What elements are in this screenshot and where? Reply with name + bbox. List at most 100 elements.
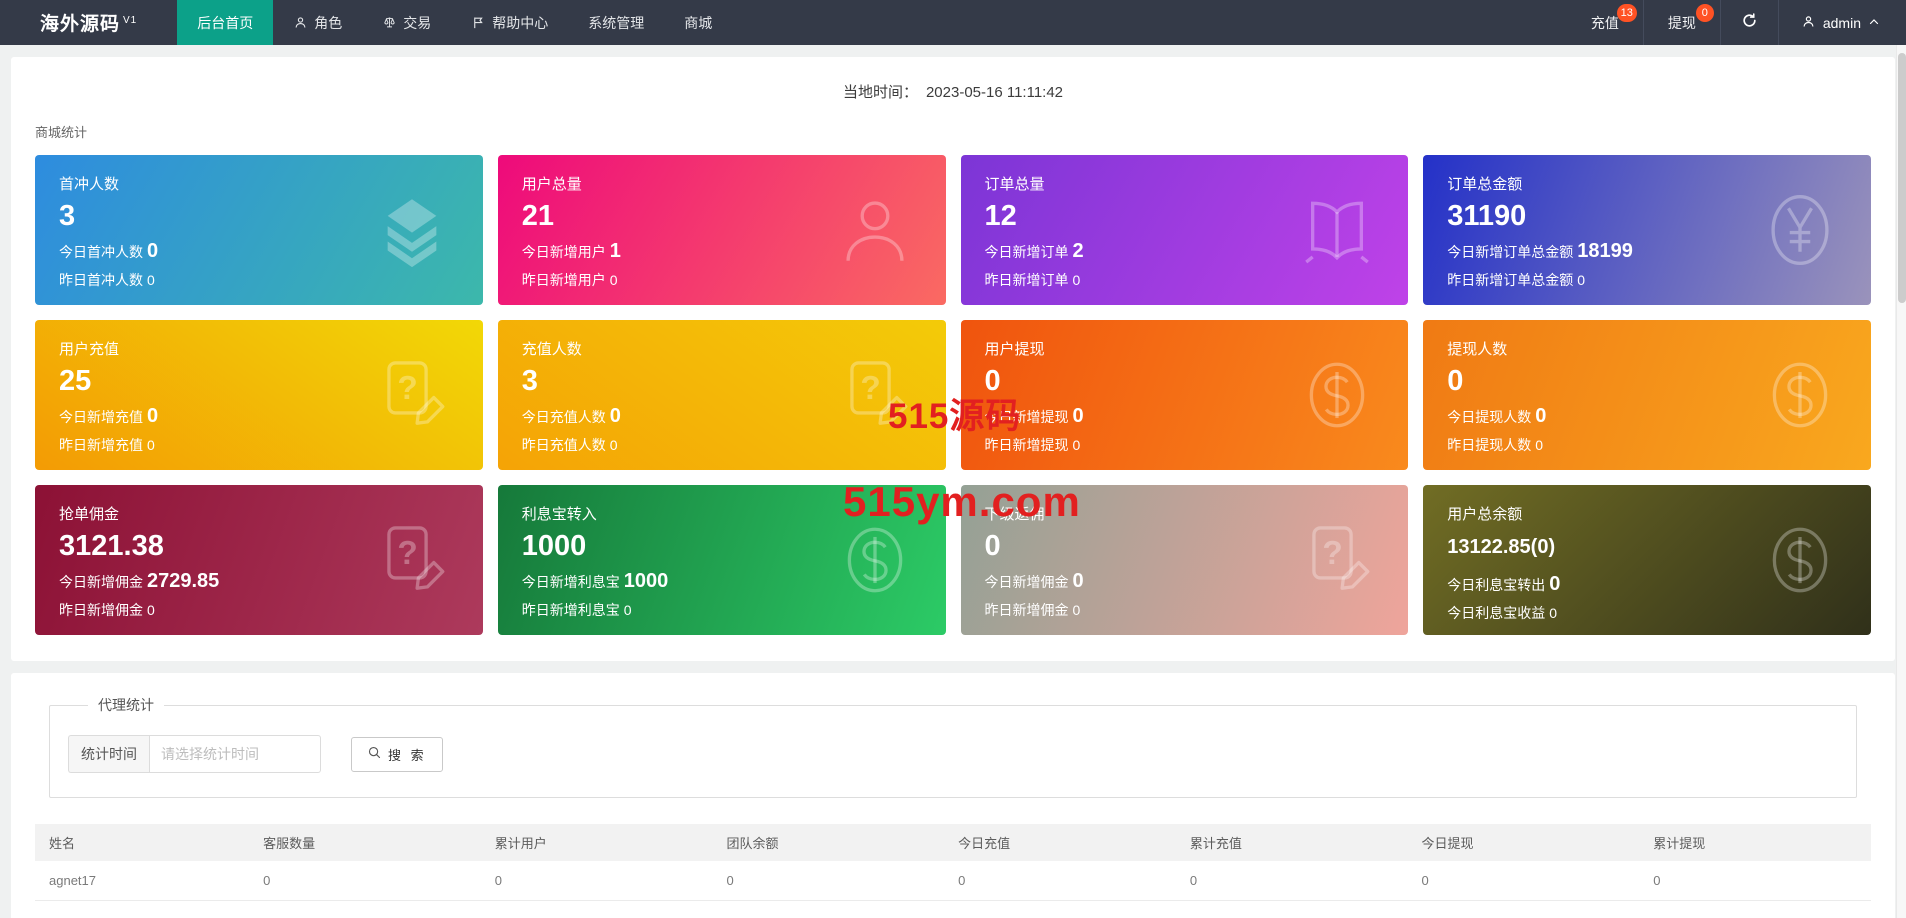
stat-time-input[interactable] <box>149 735 321 773</box>
card-yesterday-label: 昨日新增佣金 <box>984 602 1069 619</box>
table-cell: 0 <box>1639 861 1871 901</box>
nav-item-trade[interactable]: 交易 <box>362 0 451 45</box>
refresh-button[interactable] <box>1719 0 1778 45</box>
stat-card-total-users: 用户总量 21 今日新增用户 1 昨日新增用户 0 <box>497 155 946 305</box>
card-yesterday-value: 0 <box>1535 437 1544 454</box>
scrollbar-track[interactable] <box>1896 45 1906 918</box>
recharge-button[interactable]: 充值 13 <box>1567 0 1643 45</box>
card-today-value: 0 <box>1072 405 1084 428</box>
table-cell: 0 <box>1407 861 1640 901</box>
withdraw-label: 提现 <box>1667 14 1696 31</box>
card-yesterday-value: 0 <box>609 437 618 454</box>
nav-item-help[interactable]: 帮助中心 <box>451 0 568 45</box>
nav-actions: 充值 13 提现 0 <box>1567 0 1720 45</box>
withdraw-button[interactable]: 提现 0 <box>1642 0 1720 45</box>
agent-stats-legend: 代理统计 <box>98 697 154 713</box>
table-header-cell: 累计充值 <box>1175 824 1408 861</box>
card-yesterday-value: 0 <box>147 437 155 454</box>
card-yesterday-value: 0 <box>147 272 155 289</box>
table-header-cell: 今日充值 <box>944 824 1176 861</box>
app-title: 海外源码 V1 <box>40 14 138 35</box>
top-navbar: 海外源码 V1 后台首页 角色 交易 帮助中心 系统管理 商城 充值 13 提现 0 admin <box>0 0 1906 45</box>
nav-item-label: 系统管理 <box>588 14 645 31</box>
agent-stats-fieldset: 代理统计 统计时间 搜 索 <box>49 695 1857 798</box>
local-time: 当地时间： 2023-05-16 11:11:42 <box>35 75 1871 102</box>
agent-table-header-row: 姓名 客服数量 累计用户 团队余额 今日充值 累计充值 今日提现 累计提现 <box>35 824 1871 861</box>
watermark-text-2: 515ym.com <box>843 478 1081 525</box>
card-yesterday-line: 昨日新增佣金 0 <box>59 600 459 620</box>
nav-item-label: 帮助中心 <box>492 14 549 31</box>
agent-stats-panel: 代理统计 统计时间 搜 索 姓名客服数量累计用户团队余额今日充值累计充值今日提现… <box>11 673 1895 918</box>
card-yesterday-line: 昨日新增提现 0 <box>985 435 1385 455</box>
stat-card-user-withdraw: 用户提现 0 今日新增提现 0 昨日新增提现 0 <box>960 320 1409 470</box>
layers-icon <box>371 187 453 273</box>
card-yesterday-label: 昨日新增充值 <box>59 437 143 454</box>
file-question-icon: ? <box>1296 517 1378 603</box>
card-yesterday-label: 昨日新增提现 <box>984 437 1069 454</box>
dollar-icon <box>1759 352 1841 438</box>
withdraw-badge: 0 <box>1695 4 1714 22</box>
table-cell: 0 <box>944 861 1176 901</box>
user-icon <box>293 15 308 30</box>
card-yesterday-line: 昨日提现人数 0 <box>1447 435 1847 455</box>
card-today-value: 0 <box>147 405 159 428</box>
dollar-icon <box>834 517 916 603</box>
table-header-cell: 客服数量 <box>249 824 481 861</box>
agent-table: 姓名 客服数量 累计用户 团队余额 今日充值 累计充值 今日提现 累计提现 agnet17 0 0… <box>35 824 1871 901</box>
nav-item-roles[interactable]: 角色 <box>273 0 362 45</box>
agent-table-body: agnet17 0 0 0 0 0 0 0 <box>35 861 1871 901</box>
card-today-label: 今日新增佣金 <box>984 574 1069 591</box>
table-header-cell: 累计用户 <box>480 824 713 861</box>
card-yesterday-line: 昨日新增佣金 0 <box>985 600 1385 620</box>
card-today-label: 今日新增佣金 <box>59 574 143 591</box>
card-today-label: 今日提现人数 <box>1447 409 1532 426</box>
card-yesterday-value: 0 <box>609 272 618 289</box>
stat-card-order-commission: 抢单佣金 3121.38 今日新增佣金 2729.85 昨日新增佣金 0? <box>35 485 483 635</box>
card-yesterday-label: 昨日新增订单总金额 <box>1447 272 1574 289</box>
app-version: V1 <box>123 14 138 26</box>
card-yesterday-value: 0 <box>1577 272 1586 289</box>
card-today-value: 0 <box>147 240 159 263</box>
table-header-cell: 姓名 <box>35 824 250 861</box>
card-yesterday-label: 昨日新增订单 <box>984 272 1069 289</box>
svg-text:?: ? <box>397 535 417 572</box>
mall-stats-panel: 当地时间： 2023-05-16 11:11:42 商城统计 首冲人数 3 今日首冲人… <box>11 57 1895 661</box>
nav-item-mall[interactable]: 商城 <box>664 0 732 45</box>
stat-card-order-total-amount: 订单总金额 31190 今日新增订单总金额 18199 昨日新增订单总金额 0 <box>1423 155 1871 305</box>
search-button[interactable]: 搜 索 <box>351 736 443 772</box>
card-yesterday-label: 昨日提现人数 <box>1447 437 1532 454</box>
search-icon <box>367 745 382 763</box>
card-yesterday-label: 昨日首冲人数 <box>59 272 143 289</box>
card-yesterday-line: 昨日新增利息宝 0 <box>522 600 922 620</box>
table-cell: 0 <box>480 861 713 901</box>
card-today-value: 0 <box>1535 405 1547 428</box>
stat-card-user-recharge: 用户充值 25 今日新增充值 0 昨日新增充值 0? <box>35 320 483 470</box>
stat-card-withdraw-users: 提现人数 0 今日提现人数 0 昨日提现人数 0 <box>1423 320 1871 470</box>
card-yesterday-value: 0 <box>1549 605 1558 621</box>
card-yesterday-label: 昨日新增佣金 <box>59 602 143 619</box>
card-today-label: 今日新增用户 <box>521 244 606 261</box>
user-menu[interactable]: admin <box>1777 0 1906 45</box>
dollar-icon <box>1759 517 1841 603</box>
chevron-up-icon <box>1868 15 1880 31</box>
card-yesterday-value: 0 <box>1072 437 1081 454</box>
card-yesterday-value: 0 <box>1072 602 1081 619</box>
nav-item-label: 角色 <box>314 14 343 31</box>
nav-item-system[interactable]: 系统管理 <box>568 0 664 45</box>
nav-item-home[interactable]: 后台首页 <box>177 0 274 45</box>
scrollbar-thumb[interactable] <box>1898 53 1906 303</box>
nav-item-label: 商城 <box>684 14 713 31</box>
stat-card-recharge-users: 充值人数 3 今日充值人数 0 昨日充值人数 0? <box>497 320 946 470</box>
card-yesterday-value: 0 <box>147 602 155 619</box>
nav-menu: 后台首页 角色 交易 帮助中心 系统管理 商城 <box>177 0 732 45</box>
card-today-value: 1000 <box>623 570 669 593</box>
user-name: admin <box>1822 14 1861 31</box>
card-today-label: 今日新增利息宝 <box>521 574 620 591</box>
card-today-value: 18199 <box>1577 240 1633 263</box>
file-question-icon: ? <box>371 352 453 438</box>
card-yesterday-line: 今日利息宝收益 0 <box>1447 603 1847 623</box>
card-today-label: 今日新增订单总金额 <box>1447 244 1574 261</box>
local-time-value: 2023-05-16 11:11:42 <box>925 84 1064 101</box>
app-logo: 海外源码 V1 <box>0 0 177 45</box>
nav-right: 充值 13 提现 0 admin <box>1567 0 1906 45</box>
